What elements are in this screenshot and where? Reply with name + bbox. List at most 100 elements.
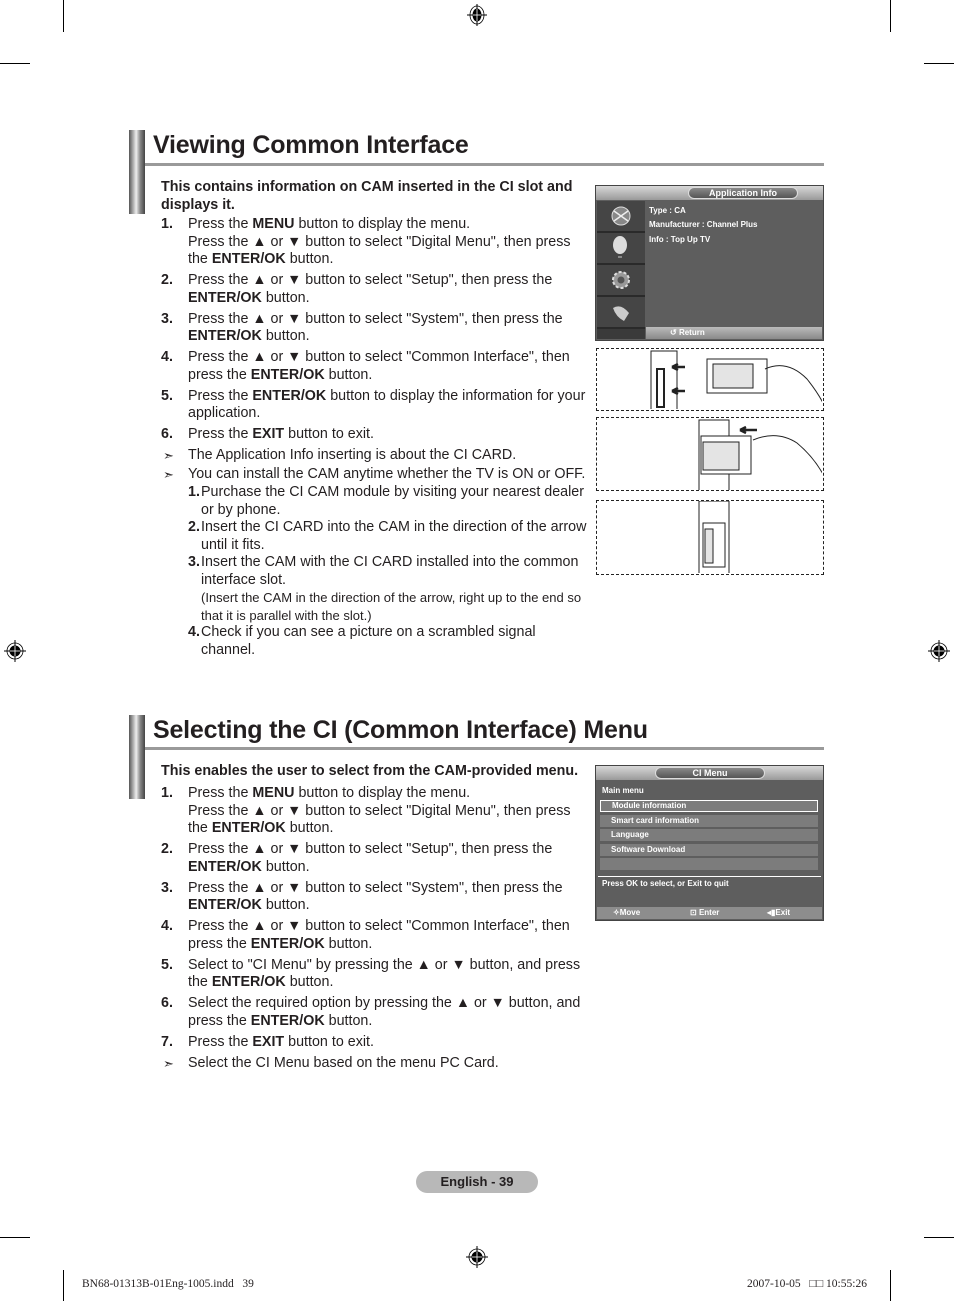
step-text: Press the ▲ or ▼ button to select "Commo… bbox=[188, 349, 587, 384]
step-line: Press the ▲ or ▼ button to select "Syste… bbox=[188, 311, 587, 346]
crop-mark bbox=[0, 63, 30, 64]
step-item: 3. Press the ▲ or ▼ button to select "Sys… bbox=[161, 311, 587, 346]
text-run: button to display the menu. bbox=[294, 216, 471, 232]
step-item: 5. Select to "CI Menu" by pressing the ▲ … bbox=[161, 957, 587, 992]
text-run: Press the ▲ or ▼ button to select "Syste… bbox=[188, 879, 563, 896]
substep-number: 4. bbox=[188, 624, 200, 640]
osd-header: Application Info bbox=[596, 186, 823, 200]
step-text: Select to "CI Menu" by pressing the ▲ or… bbox=[188, 957, 587, 992]
gear-icon bbox=[597, 265, 645, 297]
step-text: Press the EXIT button to exit. bbox=[188, 426, 587, 444]
crop-mark bbox=[63, 0, 64, 32]
ci-menu-item[interactable]: Module information bbox=[600, 800, 818, 812]
crop-mark bbox=[924, 63, 954, 64]
step-item: 4. Press the ▲ or ▼ button to select "Com… bbox=[161, 349, 587, 384]
exit-control[interactable]: ◂▮Exit bbox=[767, 907, 790, 919]
substep-line: Purchase the CI CAM module by visiting y… bbox=[201, 484, 585, 518]
emphasis-text: ENTER/OK bbox=[250, 935, 325, 952]
emphasis-text: EXIT bbox=[252, 426, 285, 442]
emphasis-text: MENU bbox=[252, 216, 295, 232]
step-number: 6. bbox=[161, 426, 173, 442]
text-run: button. bbox=[324, 366, 373, 383]
emphasis-text: ENTER/OK bbox=[188, 897, 262, 913]
emphasis-text: ENTER/OK bbox=[252, 387, 327, 404]
emphasis-text: EXIT bbox=[252, 1033, 285, 1050]
substep-number: 1. bbox=[188, 484, 200, 500]
text-run: Press the bbox=[188, 785, 253, 801]
move-icon: ✧ bbox=[613, 908, 620, 917]
step-item: 1. Press the MENU button to display the m… bbox=[161, 216, 587, 269]
substep-remark: (Insert the CAM in the direction of the … bbox=[201, 590, 582, 623]
registration-mark-icon bbox=[466, 1246, 488, 1268]
substep-item: 3. Insert the CAM with the CI CARD instal… bbox=[188, 554, 587, 624]
cam-insertion-illustration bbox=[596, 417, 826, 493]
enter-control[interactable]: ⊡ Enter bbox=[690, 907, 719, 919]
text-run: button. bbox=[285, 820, 334, 836]
emphasis-text: ENTER/OK bbox=[211, 820, 286, 836]
text-run: button. bbox=[261, 897, 310, 913]
step-line: Press the ENTER/OK button to display the… bbox=[188, 388, 587, 423]
note-arrow-icon: ➣ bbox=[163, 466, 174, 482]
text-run: Press the ▲ or ▼ button to select "Setup… bbox=[188, 841, 553, 857]
substep-text: Check if you can see a picture on a scra… bbox=[201, 624, 587, 659]
cam-insert-illustration-icon bbox=[698, 419, 826, 493]
step-text: Press the MENU button to display the men… bbox=[188, 216, 587, 269]
text-run: Press the bbox=[188, 426, 253, 442]
cam-inserted-illustration-icon bbox=[698, 500, 730, 576]
section-title: Selecting the CI (Common Interface) Menu bbox=[153, 716, 648, 744]
move-control[interactable]: ✧Move bbox=[613, 907, 640, 919]
note-text: The Application Info inserting is about … bbox=[188, 447, 517, 463]
emphasis-text: ENTER/OK bbox=[211, 251, 286, 267]
page-number: English - 39 bbox=[416, 1171, 538, 1193]
crop-mark bbox=[890, 0, 891, 32]
note-item: ➣ Select the CI Menu based on the menu PC… bbox=[161, 1055, 587, 1073]
step-text: Press the ▲ or ▼ button to select "Setup… bbox=[188, 272, 587, 307]
substep-number: 3. bbox=[188, 554, 200, 570]
emphasis-text: ENTER/OK bbox=[188, 858, 262, 875]
step-line: Press the ▲ or ▼ button to select "Digit… bbox=[188, 803, 587, 838]
substep-line: Check if you can see a picture on a scra… bbox=[201, 624, 536, 658]
crop-mark bbox=[0, 1237, 30, 1238]
substep-text: Purchase the CI CAM module by visiting y… bbox=[201, 484, 587, 519]
ci-menu-item[interactable]: Language bbox=[600, 829, 818, 841]
step-text: Press the ▲ or ▼ button to select "Syste… bbox=[188, 880, 587, 915]
text-run: Press the ▲ or ▼ button to select "Commo… bbox=[188, 349, 570, 383]
emphasis-text: ENTER/OK bbox=[250, 366, 325, 383]
step-list: 1. Press the MENU button to display the m… bbox=[161, 216, 587, 659]
emphasis-text: ENTER/OK bbox=[211, 974, 286, 990]
text-run: button. bbox=[324, 1012, 373, 1029]
step-number: 5. bbox=[161, 387, 173, 404]
text-run: Press the bbox=[188, 387, 253, 404]
ci-menu-item[interactable] bbox=[600, 858, 818, 870]
text-run: button to exit. bbox=[284, 1033, 374, 1050]
section-accent-bar bbox=[129, 715, 145, 799]
return-icon: ↺ bbox=[670, 328, 679, 337]
step-item: 6. Press the EXIT button to exit. bbox=[161, 426, 587, 444]
substep-text: Insert the CI CARD into the CAM in the d… bbox=[201, 519, 587, 554]
enter-icon: ⊡ bbox=[690, 908, 699, 917]
ci-menu-hint: Press OK to select, or Exit to quit bbox=[602, 879, 729, 888]
application-info-screen: Application Info Type : CA Manufacturer … bbox=[595, 185, 824, 341]
ci-menu-item[interactable]: Smart card information bbox=[600, 814, 818, 827]
substep-item: 1. Purchase the CI CAM module by visiting… bbox=[188, 484, 587, 519]
registration-mark-icon bbox=[928, 640, 950, 662]
section-intro: This enables the user to select from the… bbox=[161, 763, 579, 779]
text-run: button to display the menu. bbox=[294, 785, 471, 801]
text-run: Press the ▲ or ▼ button to select "Setup… bbox=[188, 272, 553, 288]
osd-title: CI Menu bbox=[655, 767, 765, 779]
substep-item: 2. Insert the CI CARD into the CAM in the… bbox=[188, 519, 587, 554]
antenna-icon bbox=[597, 233, 645, 265]
substep-line: Insert the CAM with the CI CARD installe… bbox=[201, 554, 579, 588]
osd-header: CI Menu bbox=[596, 766, 823, 780]
step-text: Press the ENTER/OK button to display the… bbox=[188, 388, 587, 423]
step-text: Press the ▲ or ▼ button to select "Syste… bbox=[188, 311, 587, 346]
emphasis-text: ENTER/OK bbox=[188, 328, 262, 344]
substep-number: 2. bbox=[188, 519, 200, 535]
ci-menu-item[interactable]: Software Download bbox=[600, 843, 818, 856]
return-button[interactable]: ↺ Return bbox=[670, 328, 705, 337]
text-run: button to exit. bbox=[284, 426, 374, 442]
step-number: 1. bbox=[161, 216, 173, 232]
step-text: Select the required option by pressing t… bbox=[188, 995, 587, 1030]
step-list: 1. Press the MENU button to display the m… bbox=[161, 785, 587, 1073]
info-details: Info : Top Up TV bbox=[649, 235, 711, 244]
